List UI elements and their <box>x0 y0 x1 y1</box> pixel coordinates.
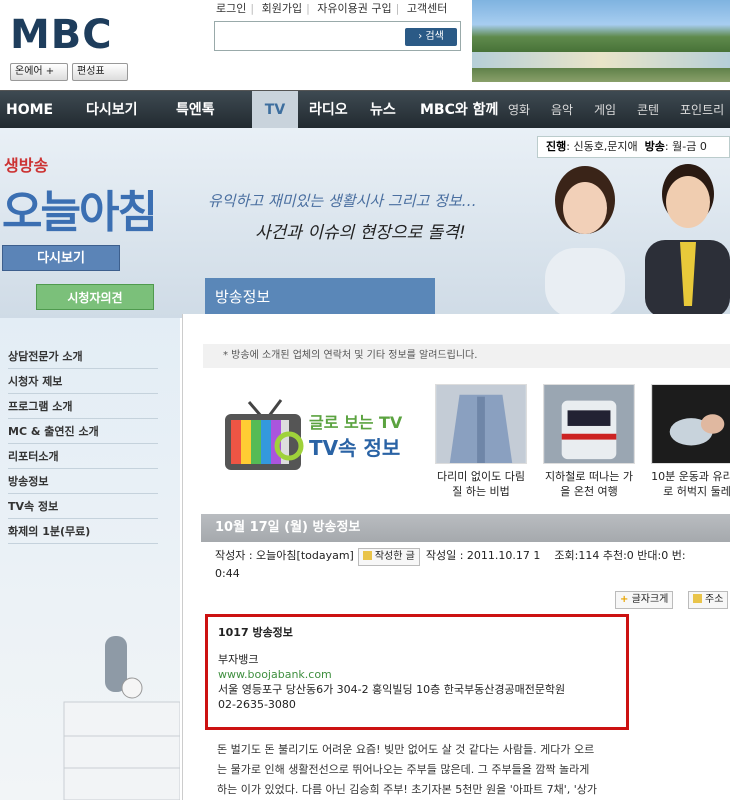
time-label: 0:44 <box>215 567 240 580</box>
nav-content[interactable]: 콘텐 <box>637 91 659 129</box>
company-url[interactable]: www.boojabank.com <box>218 667 616 682</box>
live-label: 생방송 <box>4 156 49 175</box>
sidebar-item-program-intro[interactable]: 프로그램 소개 <box>8 394 158 419</box>
nav-news[interactable]: 뉴스 <box>370 91 396 129</box>
slogan-line-2: 사건과 이슈의 현장으로 돌격! <box>255 223 466 243</box>
nav-tv[interactable]: TV <box>252 91 298 129</box>
nav-replay[interactable]: 다시보기 <box>86 91 138 129</box>
replay-button[interactable]: 다시보기 <box>2 245 120 271</box>
sidebar-item-broadcast-info[interactable]: 방송정보 <box>8 469 158 494</box>
thumb-subway-image[interactable] <box>543 384 635 464</box>
nav-point[interactable]: 포인트리 <box>680 91 724 129</box>
post-meta: 작성자 : 오늘아침[todayam] 작성한 글 작성일 : 2011.10.17… <box>215 548 725 582</box>
mbc-logo[interactable]: MBC <box>10 12 113 58</box>
body-line: 는 물가로 인해 생활전선으로 뛰어나오는 주부들 많은데. 그 주부들을 깜짝… <box>217 763 590 776</box>
nav-radio[interactable]: 라디오 <box>309 91 348 129</box>
sidebar-item-consultants[interactable]: 상담전문가 소개 <box>8 344 158 369</box>
date-label: 작성일 : 2011.10.17 1 <box>425 549 541 562</box>
thumb-ironing-image[interactable] <box>435 384 527 464</box>
body-line: 돈 벌기도 돈 불리기도 어려운 요즘! 빚만 없어도 살 것 같다는 사람들.… <box>217 743 595 756</box>
document-icon <box>362 551 372 560</box>
thumb-caption-2[interactable]: 지하철로 떠나는 가을 온천 여행 <box>541 469 637 499</box>
top-header: MBC 온에어 + 편성표 로그인 | 회원가입 | 자유이용권 구입 | 고객센터 … <box>0 0 730 90</box>
font-size-button[interactable]: + 글자크게 <box>615 591 674 609</box>
program-title[interactable]: 오늘아침 <box>2 176 158 240</box>
sidebar: 상담전문가 소개 시청자 제보 프로그램 소개 MC & 출연진 소개 리포터소… <box>0 318 180 800</box>
thumb-caption-3[interactable]: 10분 운동과 유리으로 허벅지 둘레 <box>649 469 730 499</box>
viewer-opinion-button[interactable]: 시청자의견 <box>36 284 154 310</box>
clip-icon <box>693 594 702 603</box>
stats-label: 조회:114 추천:0 반대:0 번: <box>554 549 686 562</box>
support-link[interactable]: 고객센터 <box>407 2 447 15</box>
decorative-cabinet-image <box>63 636 180 800</box>
company-address: 서울 영등포구 당산동6가 304-2 홍익빌딩 10층 한국부동산경공매전문학… <box>218 683 566 696</box>
tv-logo-line-2: TV속 정보 <box>309 436 401 460</box>
landscape-banner <box>472 0 730 82</box>
program-info-bar: 진행: 신동호,문지애 방송: 월-금 0 <box>537 136 730 158</box>
nav-music[interactable]: 음악 <box>551 91 573 129</box>
nav-game[interactable]: 게임 <box>594 91 616 129</box>
nav-home[interactable]: HOME <box>6 91 53 129</box>
schedule-button[interactable]: 편성표 <box>72 63 128 81</box>
river-image <box>472 52 730 68</box>
slogan-line-1: 유익하고 재미있는 생활시사 그리고 정보… <box>208 192 477 210</box>
info-box: 1017 방송정보 부자뱅크 www.boojabank.com 서울 영등포구… <box>205 614 629 730</box>
copy-url-button[interactable]: 주소 <box>688 591 729 609</box>
nav-movie[interactable]: 영화 <box>508 91 530 129</box>
pass-link[interactable]: 자유이용권 구입 <box>317 2 391 15</box>
on-air-button[interactable]: 온에어 + <box>10 63 68 81</box>
nav-talk[interactable]: 특엔톡 <box>176 91 215 129</box>
body-line: 하는 이가 있었다. 다름 아닌 김승희 주부! 초기자본 5천만 원을 '아파… <box>217 783 598 796</box>
author-posts-button[interactable]: 작성한 글 <box>357 548 420 566</box>
login-link[interactable]: 로그인 <box>216 2 246 15</box>
signup-link[interactable]: 회원가입 <box>262 2 302 15</box>
plus-icon: + <box>620 594 629 605</box>
main-content: * 방송에 소개된 업체의 연락처 및 기타 정보를 알려드립니다. 글로 보는… <box>182 314 730 800</box>
sidebar-item-tv-info[interactable]: TV속 정보 <box>8 494 158 519</box>
host-female-image <box>545 166 625 318</box>
company-phone: 02-2635-3080 <box>218 698 296 711</box>
search-button[interactable]: › 검색 <box>405 28 457 46</box>
sidebar-item-hot-minute[interactable]: 화제의 1분(무료) <box>8 519 158 544</box>
thumb-caption-1[interactable]: 다리미 없이도 다림질 하는 비법 <box>433 469 529 499</box>
info-heading: 1017 방송정보 <box>218 626 293 639</box>
sidebar-item-viewer-report[interactable]: 시청자 제보 <box>8 369 158 394</box>
notice-text: * 방송에 소개된 업체의 연락처 및 기타 정보를 알려드립니다. <box>203 344 730 368</box>
top-links: 로그인 | 회원가입 | 자유이용권 구입 | 고객센터 <box>216 2 448 15</box>
author-label: 작성자 : 오늘아침[todayam] <box>215 549 354 562</box>
post-title: 10월 17일 (월) 방송정보 <box>201 514 730 542</box>
main-nav: HOME 다시보기 특엔톡 TV 라디오 뉴스 MBC와 함께 영화 음악 게임… <box>0 90 730 129</box>
article-body: 돈 벌기도 돈 불리기도 어려운 요즘! 빚만 없어도 살 것 같다는 사람들.… <box>217 740 637 800</box>
tv-logo-line-1: 글로 보는 TV <box>309 413 403 432</box>
company-name: 부자뱅크 <box>218 653 259 666</box>
sidebar-item-reporters[interactable]: 리포터소개 <box>8 444 158 469</box>
sidebar-item-mc-cast[interactable]: MC & 출연진 소개 <box>8 419 158 444</box>
broadcast-info-tab[interactable]: 방송정보 <box>205 278 435 316</box>
nav-with-mbc[interactable]: MBC와 함께 <box>420 91 498 129</box>
thumb-exercise-image[interactable] <box>651 384 730 464</box>
host-male-image <box>645 164 730 318</box>
